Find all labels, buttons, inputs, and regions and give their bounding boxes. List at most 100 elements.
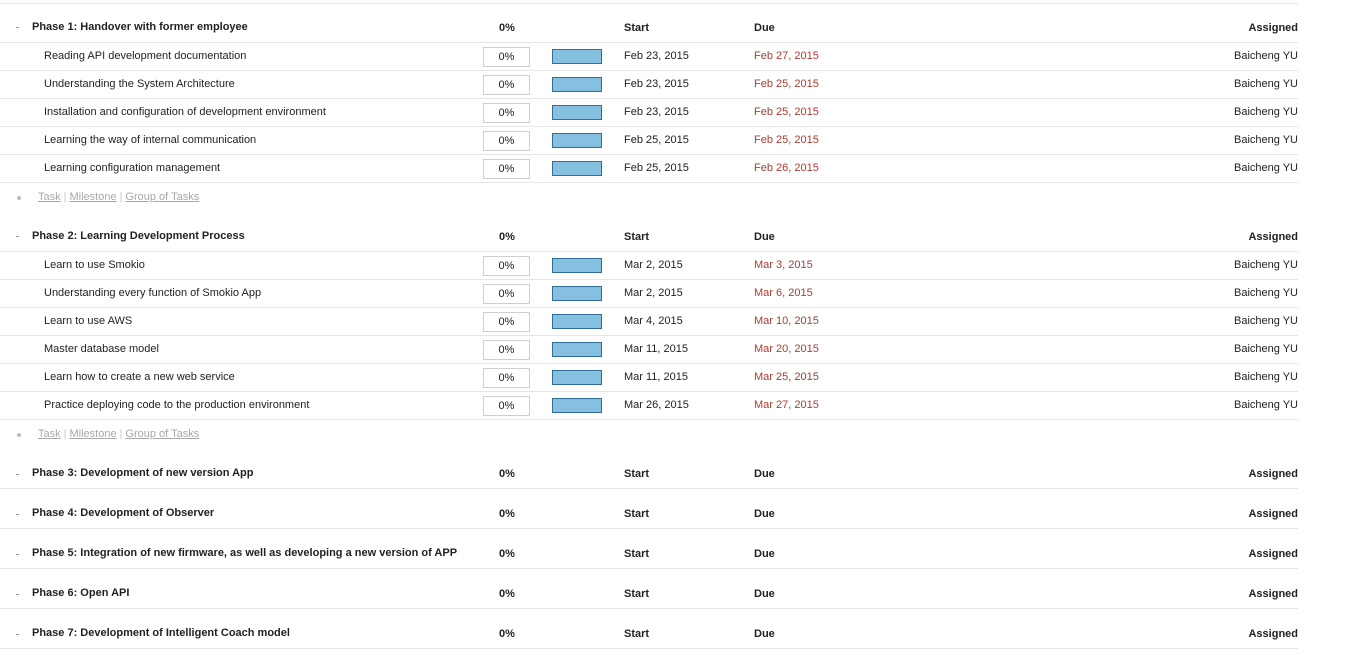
task-progress-fill <box>553 315 601 328</box>
task-due-date[interactable]: Mar 25, 2015 <box>754 371 819 383</box>
task-due-date[interactable]: Feb 26, 2015 <box>754 162 819 174</box>
task-assignee[interactable]: Baicheng YU <box>1234 50 1298 62</box>
task-title[interactable]: Learning the way of internal communicati… <box>44 134 256 146</box>
task-due-date[interactable]: Mar 3, 2015 <box>754 259 813 271</box>
task-title[interactable]: Understanding every function of Smokio A… <box>44 287 261 299</box>
task-start-date[interactable]: Mar 11, 2015 <box>624 371 688 383</box>
phase-title[interactable]: Phase 5: Integration of new firmware, as… <box>32 547 457 559</box>
phase-header-row: Phase 4: Development of Observer 0% Start D… <box>0 489 1298 529</box>
task-progress-fill <box>553 162 601 175</box>
task-assignee[interactable]: Baicheng YU <box>1234 343 1298 355</box>
task-row: Reading API development documentation Feb… <box>0 43 1298 71</box>
task-start-date[interactable]: Mar 11, 2015 <box>624 343 688 355</box>
phase-title[interactable]: Phase 7: Development of Intelligent Coac… <box>32 627 290 639</box>
collapse-bullet-icon[interactable] <box>16 514 19 515</box>
task-title[interactable]: Master database model <box>44 343 159 355</box>
task-title[interactable]: Learn how to create a new web service <box>44 371 235 383</box>
add-task-link[interactable]: Task <box>38 428 61 440</box>
collapse-bullet-icon[interactable] <box>16 236 19 237</box>
task-percent-input[interactable] <box>483 284 530 304</box>
phase-header-row: Phase 6: Open API 0% Start Due Assigned <box>0 569 1298 609</box>
task-start-date[interactable]: Mar 26, 2015 <box>624 399 689 411</box>
task-start-date[interactable]: Feb 23, 2015 <box>624 50 689 62</box>
task-assignee[interactable]: Baicheng YU <box>1234 371 1298 383</box>
task-progress-bar <box>552 133 602 148</box>
task-progress-fill <box>553 134 601 147</box>
task-assignee[interactable]: Baicheng YU <box>1234 78 1298 90</box>
phase-title[interactable]: Phase 1: Handover with former employee <box>32 21 248 33</box>
task-progress-bar <box>552 314 602 329</box>
task-start-date[interactable]: Mar 2, 2015 <box>624 287 683 299</box>
task-progress-bar <box>552 105 602 120</box>
task-assignee[interactable]: Baicheng YU <box>1234 259 1298 271</box>
task-percent-input[interactable] <box>483 368 530 388</box>
task-row: Learn to use AWS Mar 4, 2015 Mar 10, 2015 B… <box>0 308 1298 336</box>
task-percent-input[interactable] <box>483 75 530 95</box>
task-percent-input[interactable] <box>483 340 530 360</box>
task-progress-bar <box>552 49 602 64</box>
task-assignee[interactable]: Baicheng YU <box>1234 287 1298 299</box>
add-group-of-tasks-link[interactable]: Group of Tasks <box>125 191 199 203</box>
task-due-date[interactable]: Mar 27, 2015 <box>754 399 819 411</box>
phase-title[interactable]: Phase 2: Learning Development Process <box>32 230 245 242</box>
task-title[interactable]: Installation and configuration of develo… <box>44 106 326 118</box>
phase-title[interactable]: Phase 6: Open API <box>32 587 129 599</box>
task-start-date[interactable]: Feb 23, 2015 <box>624 78 689 90</box>
task-start-date[interactable]: Feb 25, 2015 <box>624 162 689 174</box>
task-percent-input[interactable] <box>483 47 530 67</box>
task-due-date[interactable]: Feb 25, 2015 <box>754 134 819 146</box>
due-column-header: Due <box>754 628 775 640</box>
task-percent-input[interactable] <box>483 312 530 332</box>
task-start-date[interactable]: Feb 25, 2015 <box>624 134 689 146</box>
task-due-date[interactable]: Feb 27, 2015 <box>754 50 819 62</box>
task-assignee[interactable]: Baicheng YU <box>1234 134 1298 146</box>
phase-percent: 0% <box>499 468 515 480</box>
collapse-bullet-icon[interactable] <box>16 634 19 635</box>
task-assignee[interactable]: Baicheng YU <box>1234 106 1298 118</box>
collapse-bullet-icon[interactable] <box>16 27 19 28</box>
task-percent-input[interactable] <box>483 256 530 276</box>
task-row: Learn to use Smokio Mar 2, 2015 Mar 3, 201… <box>0 252 1298 280</box>
phase-title[interactable]: Phase 3: Development of new version App <box>32 467 253 479</box>
start-column-header: Start <box>624 548 650 560</box>
task-percent-input[interactable] <box>483 131 530 151</box>
collapse-bullet-icon[interactable] <box>16 554 19 555</box>
task-start-date[interactable]: Mar 2, 2015 <box>624 259 683 271</box>
add-milestone-link[interactable]: Milestone <box>69 191 116 203</box>
task-title[interactable]: Understanding the System Architecture <box>44 78 235 90</box>
task-due-date[interactable]: Feb 25, 2015 <box>754 78 819 90</box>
task-assignee[interactable]: Baicheng YU <box>1234 399 1298 411</box>
task-assignee[interactable]: Baicheng YU <box>1234 315 1298 327</box>
due-column-header: Due <box>754 508 775 520</box>
task-start-date[interactable]: Mar 4, 2015 <box>624 315 683 327</box>
task-percent-input[interactable] <box>483 159 530 179</box>
phase-title[interactable]: Phase 4: Development of Observer <box>32 507 214 519</box>
task-start-date[interactable]: Feb 23, 2015 <box>624 106 689 118</box>
task-title[interactable]: Practice deploying code to the productio… <box>44 399 309 411</box>
task-row: Master database model Mar 11, 2015 Mar 20,… <box>0 336 1298 364</box>
task-percent-input[interactable] <box>483 396 530 416</box>
task-title[interactable]: Learn to use AWS <box>44 315 132 327</box>
task-due-date[interactable]: Mar 20, 2015 <box>754 343 819 355</box>
top-divider <box>0 3 1298 4</box>
phase-header-row: Phase 5: Integration of new firmware, as… <box>0 529 1298 569</box>
task-percent-input[interactable] <box>483 103 530 123</box>
task-due-date[interactable]: Mar 10, 2015 <box>754 315 819 327</box>
add-task-link[interactable]: Task <box>38 191 61 203</box>
project-task-list: Phase 1: Handover with former employee 0%… <box>0 0 1348 663</box>
task-due-date[interactable]: Mar 6, 2015 <box>754 287 813 299</box>
start-column-header: Start <box>624 588 650 600</box>
add-group-of-tasks-link[interactable]: Group of Tasks <box>125 428 199 440</box>
task-title[interactable]: Learning configuration management <box>44 162 220 174</box>
task-due-date[interactable]: Feb 25, 2015 <box>754 106 819 118</box>
phase-header-row: Phase 3: Development of new version App 0… <box>0 449 1298 489</box>
collapse-bullet-icon[interactable] <box>16 594 19 595</box>
start-column-header: Start <box>624 508 650 520</box>
task-title[interactable]: Reading API development documentation <box>44 50 246 62</box>
task-assignee[interactable]: Baicheng YU <box>1234 162 1298 174</box>
task-title[interactable]: Learn to use Smokio <box>44 259 145 271</box>
collapse-bullet-icon[interactable] <box>16 474 19 475</box>
task-row: Installation and configuration of develo… <box>0 99 1298 127</box>
due-column-header: Due <box>754 231 775 243</box>
add-milestone-link[interactable]: Milestone <box>69 428 116 440</box>
